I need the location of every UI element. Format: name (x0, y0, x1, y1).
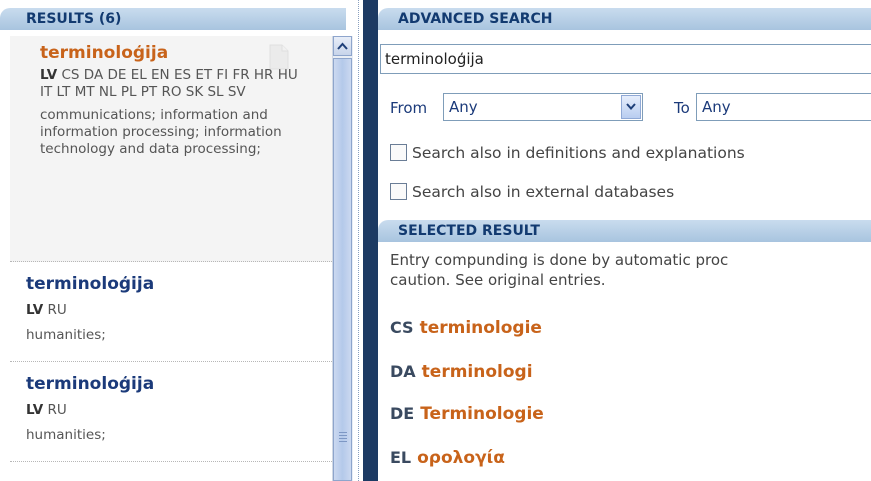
entry-term-link[interactable]: terminologi (422, 362, 533, 382)
definitions-checkbox[interactable] (390, 144, 407, 161)
chevron-down-icon[interactable] (621, 95, 641, 119)
results-list: terminoloģija LV CS DA DE EL EN ES ET FI… (10, 36, 332, 481)
to-select-value: Any (702, 98, 731, 116)
entry-da: DA terminologi (390, 362, 533, 382)
entry-language-code: CS (390, 318, 414, 337)
result-term[interactable]: terminoloģija (26, 262, 332, 296)
results-scrollbar[interactable] (332, 36, 353, 481)
entry-language-code: EL (390, 448, 412, 467)
result-domain: humanities; (26, 427, 106, 443)
result-term[interactable]: terminoloģija (26, 362, 332, 396)
result-item-2[interactable]: terminoloģija LV RU humanities; (10, 262, 332, 362)
to-select[interactable]: Any (696, 93, 871, 121)
entry-language-code: DA (390, 362, 416, 381)
result-languages: LV RU (26, 302, 67, 318)
definitions-checkbox-label: Search also in definitions and explanati… (412, 144, 745, 162)
document-icon (269, 44, 289, 70)
panel-splitter[interactable] (358, 0, 363, 481)
result-domain: humanities; (26, 327, 106, 343)
entry-term-link[interactable]: terminologie (420, 318, 542, 338)
to-label: To (674, 99, 690, 117)
result-languages: LV CS DA DE EL EN ES ET FI FR HR HU IT L… (40, 67, 298, 100)
result-languages: LV RU (26, 402, 67, 418)
external-checkbox[interactable] (390, 183, 407, 200)
result-domain: communications; information and informat… (40, 107, 282, 157)
scroll-up-button[interactable] (333, 36, 352, 56)
selected-result-header: SELECTED RESULT (378, 220, 871, 242)
definitions-checkbox-row[interactable]: Search also in definitions and explanati… (390, 144, 745, 162)
results-header: RESULTS (6) (0, 8, 346, 30)
entry-el: EL ορολογία (390, 448, 505, 468)
external-checkbox-label: Search also in external databases (412, 183, 675, 201)
entry-term-link[interactable]: ορολογία (417, 448, 505, 468)
entry-language-code: DE (390, 404, 415, 423)
from-select[interactable]: Any (443, 93, 643, 121)
entry-de: DE Terminologie (390, 404, 544, 424)
advanced-search-panel: ADVANCED SEARCH From Any To Any Search a… (378, 0, 871, 481)
chevron-up-icon (337, 42, 348, 50)
entry-cs: CS terminologie (390, 318, 542, 338)
search-input[interactable] (380, 44, 871, 74)
external-checkbox-row[interactable]: Search also in external databases (390, 183, 674, 201)
from-label: From (390, 99, 428, 117)
advanced-search-header: ADVANCED SEARCH (378, 8, 871, 30)
compounding-note: Entry compunding is done by automatic pr… (390, 251, 729, 289)
scroll-thumb[interactable] (333, 58, 352, 481)
from-select-value: Any (449, 98, 478, 116)
result-item-3[interactable]: terminoloģija LV RU humanities; (10, 362, 332, 462)
result-item-1[interactable]: terminoloģija LV CS DA DE EL EN ES ET FI… (10, 36, 332, 262)
entry-term-link[interactable]: Terminologie (420, 404, 544, 424)
results-panel: RESULTS (6) terminoloģija LV CS DA DE EL… (0, 0, 363, 481)
